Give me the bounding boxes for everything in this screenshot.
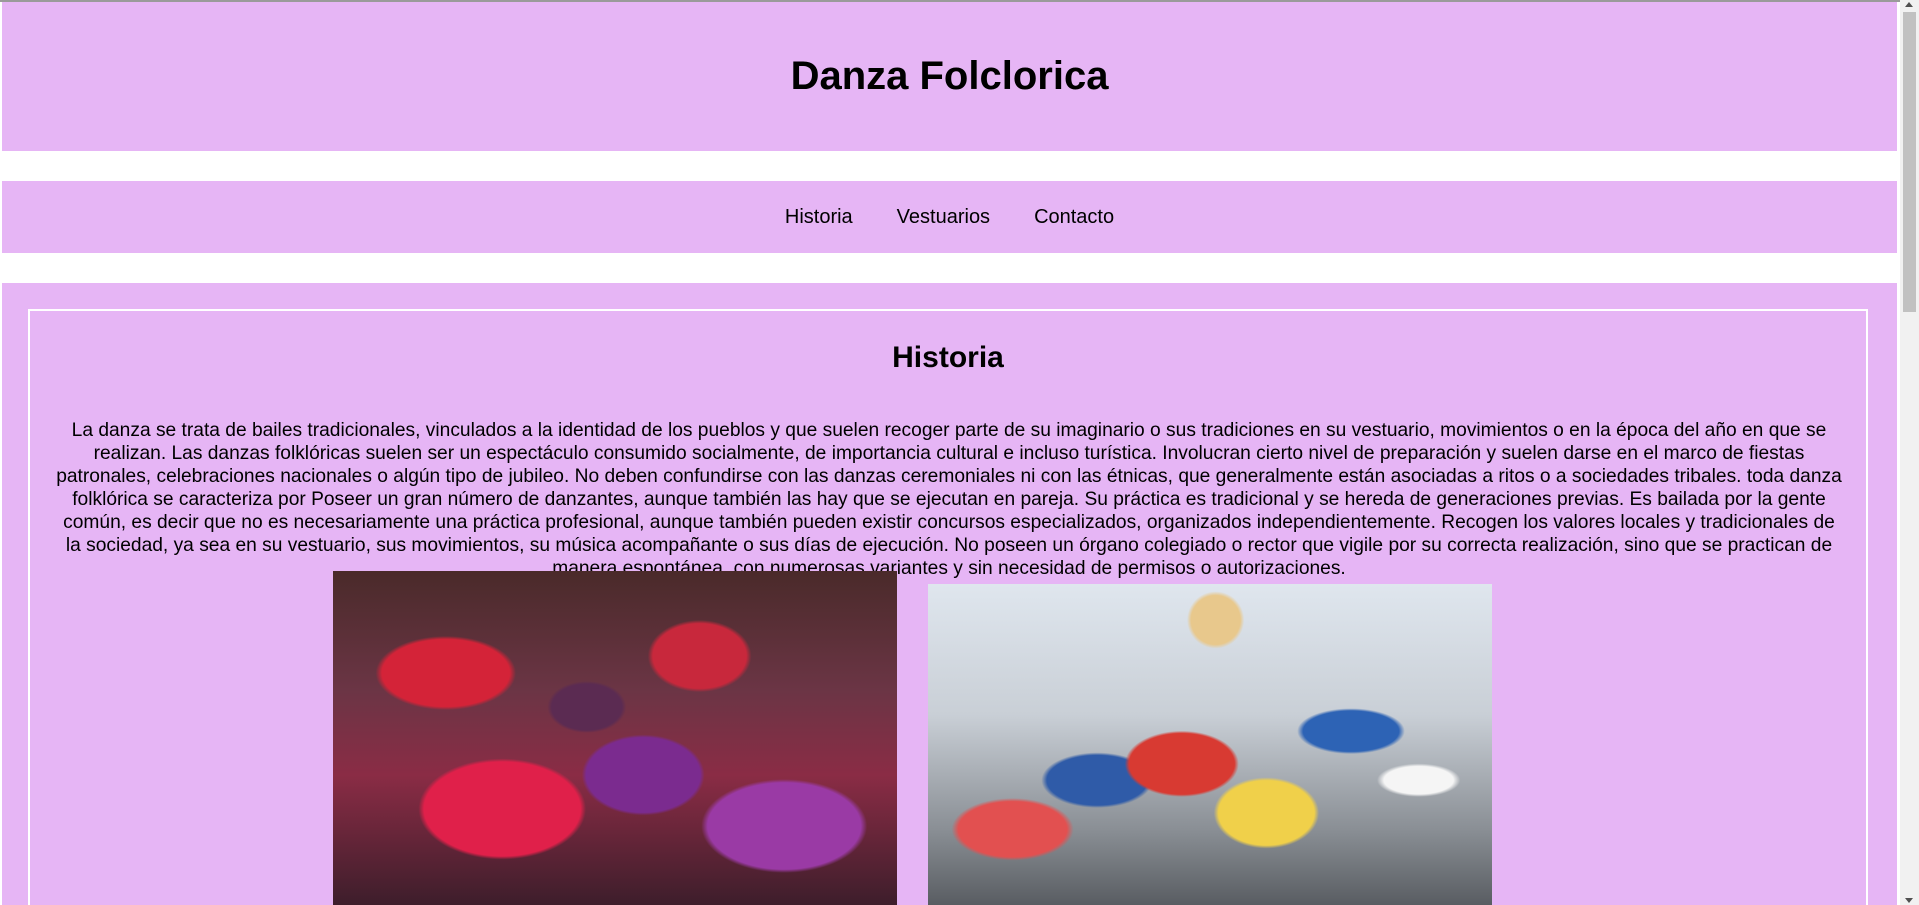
nav-link-contacto[interactable]: Contacto bbox=[1012, 206, 1136, 229]
site-title: Danza Folclorica bbox=[790, 54, 1109, 98]
section-title: Historia bbox=[892, 341, 1004, 374]
nav-link-vestuarios[interactable]: Vestuarios bbox=[875, 206, 1012, 229]
site-header: Danza Folclorica bbox=[2, 2, 1897, 151]
main-section: Historia La danza se trata de bailes tra… bbox=[2, 283, 1897, 905]
scroll-down-arrow-icon[interactable] bbox=[1905, 898, 1913, 903]
scroll-up-arrow-icon[interactable] bbox=[1905, 2, 1913, 7]
nav-link-historia[interactable]: Historia bbox=[763, 206, 875, 229]
main-nav: Historia Vestuarios Contacto bbox=[2, 181, 1897, 253]
browser-viewport: Danza Folclorica Historia Vestuarios Con… bbox=[0, 0, 1900, 905]
dance-photo-street bbox=[928, 584, 1492, 905]
scrollbar-thumb[interactable] bbox=[1903, 12, 1916, 312]
dance-photo-stage bbox=[333, 571, 897, 905]
vertical-scrollbar[interactable] bbox=[1900, 0, 1919, 905]
historia-paragraph: La danza se trata de bailes tradicionale… bbox=[56, 420, 1842, 579]
